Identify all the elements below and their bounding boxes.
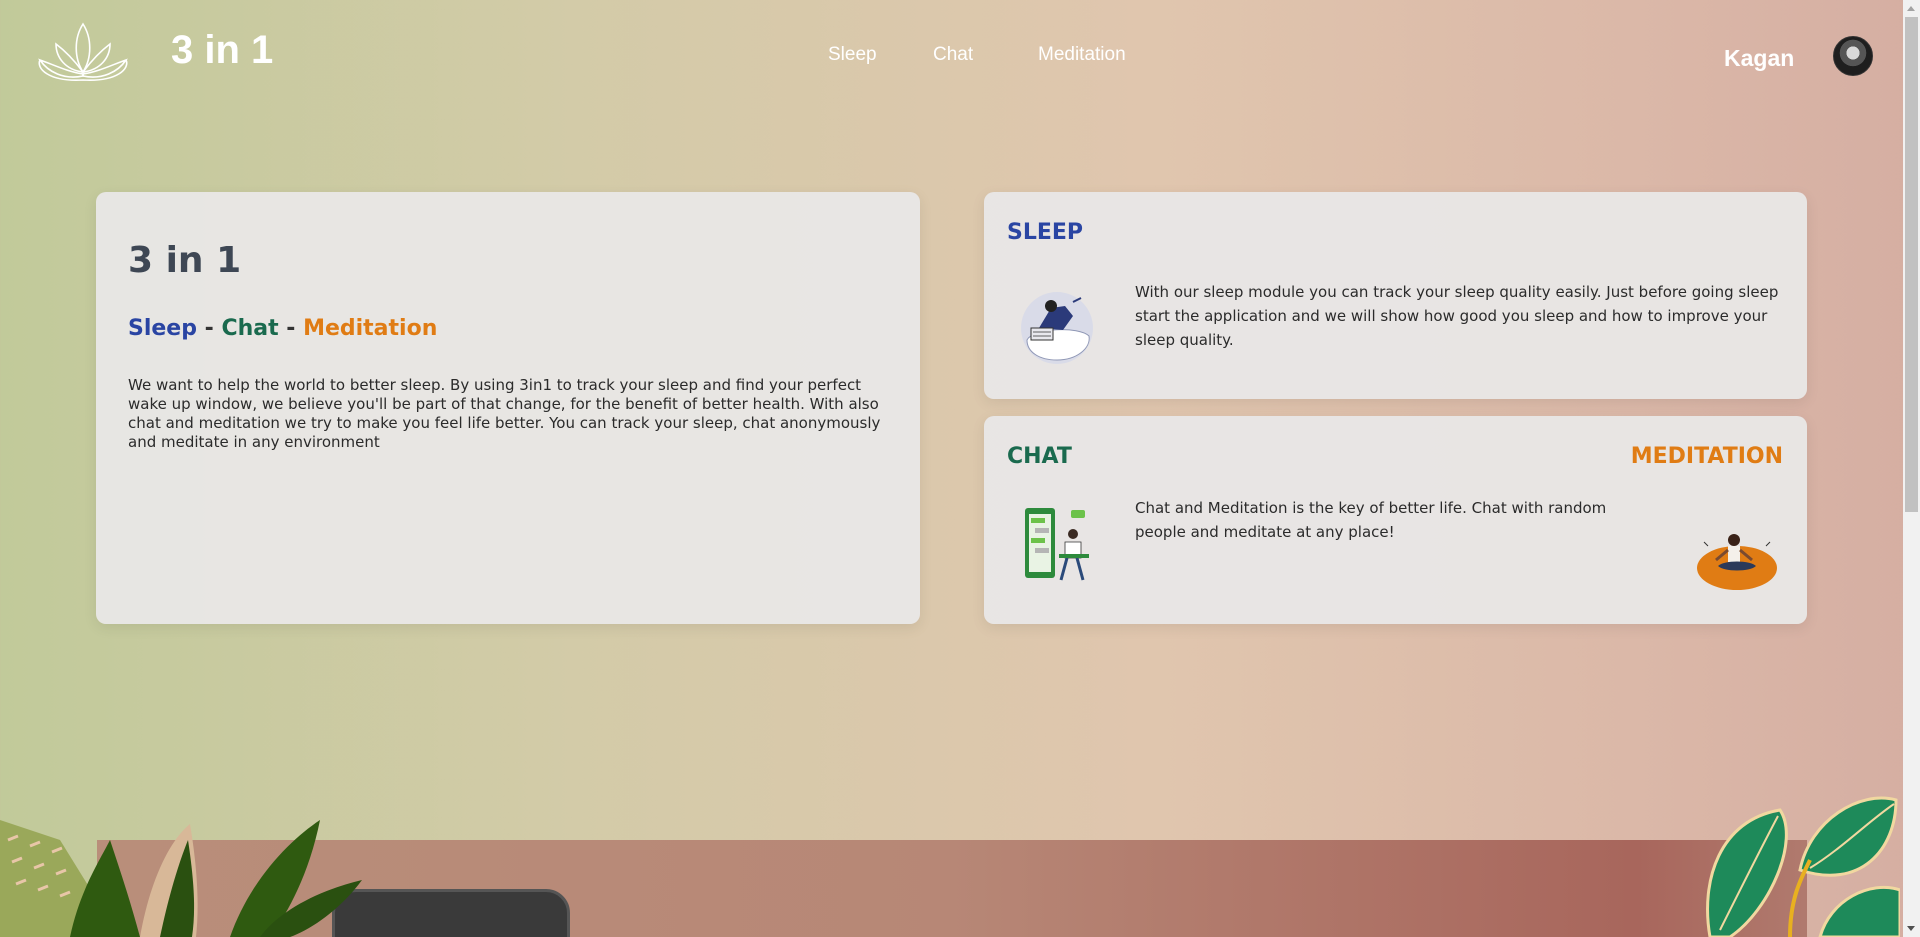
subtitle-sleep: Sleep [128,316,197,341]
sleep-heading: SLEEP [1007,220,1084,245]
header: 3 in 1 Sleep Chat Meditation Kagan [0,0,1900,110]
subtitle-meditation: Meditation [303,316,438,341]
intro-subtitle: Sleep - Chat - Meditation [128,316,437,341]
sleeping-person-illustration [1021,292,1093,364]
vertical-scrollbar[interactable] [1903,0,1920,937]
nav-sleep[interactable]: Sleep [828,44,877,66]
subtitle-separator: - [278,316,304,341]
meditation-heading[interactable]: MEDITATION [1631,444,1783,469]
avatar[interactable] [1833,36,1873,76]
phone-chat-illustration [1025,508,1089,581]
user-name[interactable]: Kagan [1724,45,1794,72]
plants-left-decoration [0,820,362,937]
lotus-icon[interactable] [34,20,132,84]
scroll-up-arrow-icon[interactable] [1907,6,1915,11]
sleep-description: With our sleep module you can track your… [1135,283,1779,349]
intro-description: We want to help the world to better slee… [128,376,881,451]
chat-heading[interactable]: CHAT [1007,444,1072,469]
intro-title: 3 in 1 [128,240,242,281]
intro-card: 3 in 1 Sleep - Chat - Meditation We want… [96,192,920,624]
meditating-person-illustration [1697,534,1777,590]
subtitle-chat: Chat [221,316,279,341]
sleep-card[interactable]: SLEEP With our sleep module you can trac… [984,192,1807,399]
chat-meditation-description: Chat and Meditation is the key of better… [1135,499,1607,541]
scroll-thumb[interactable] [1905,17,1918,512]
chat-meditation-card[interactable]: CHAT MEDITATION Chat and Meditation is t… [984,416,1807,624]
plants-right-decoration [1706,796,1900,937]
brand-title[interactable]: 3 in 1 [171,28,273,73]
nav-chat[interactable]: Chat [933,44,973,66]
subtitle-separator: - [196,316,222,341]
nav-meditation[interactable]: Meditation [1038,44,1126,66]
scroll-down-arrow-icon[interactable] [1907,926,1915,931]
